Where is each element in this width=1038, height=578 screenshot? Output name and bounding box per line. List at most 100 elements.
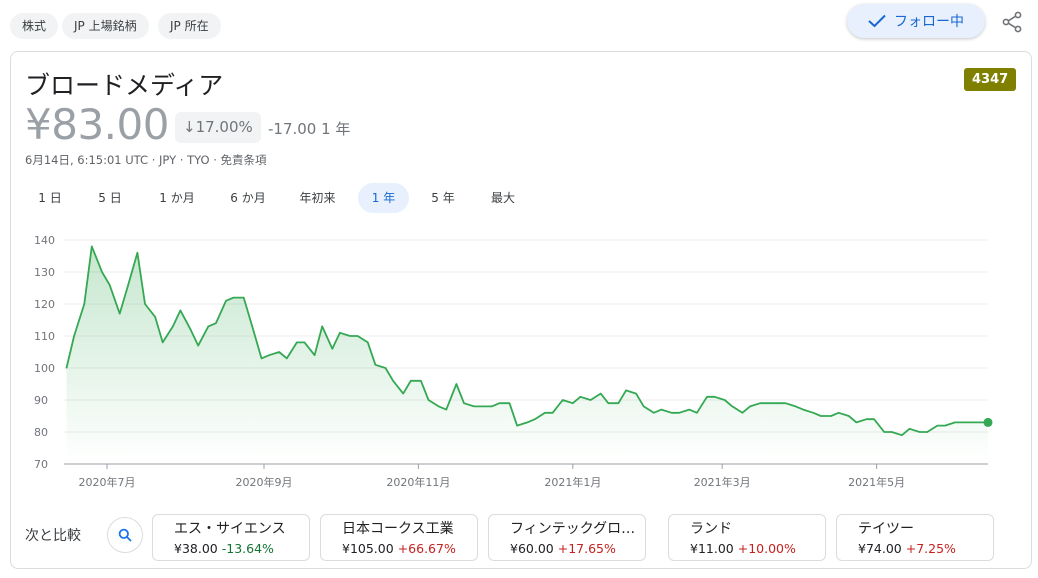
price-point [491, 405, 493, 407]
price-point [635, 393, 637, 395]
compare-name: エス・サイエンス [174, 521, 286, 537]
range-tab-max[interactable]: 最大 [478, 183, 528, 213]
price-point [962, 421, 964, 423]
price-point [660, 409, 663, 411]
y-tick-label: 120 [34, 298, 55, 311]
share-icon[interactable] [1000, 10, 1024, 34]
price-point [303, 341, 306, 343]
compare-price: ¥38.00 [174, 541, 218, 556]
price-point [820, 415, 822, 417]
price-point [384, 367, 387, 369]
price-point [481, 405, 483, 407]
compare-price: ¥105.00 [342, 541, 394, 556]
price-chart[interactable]: 70 80 90 100 110 120 130 140 2020年7月 2020年9月 2020年… [0, 225, 1038, 495]
x-tick-label: 2020年9月 [235, 475, 292, 489]
chip-jp-located[interactable]: JP 所在 [158, 13, 221, 39]
price-point [498, 402, 500, 404]
price-point [724, 399, 726, 401]
compare-card[interactable]: ランド ¥11.00 +10.00% [668, 514, 826, 561]
compare-name: テイツー [858, 521, 914, 537]
compare-card[interactable]: テイツー ¥74.00 +7.25% [836, 514, 994, 561]
price-point [919, 431, 921, 433]
price-point [109, 284, 111, 286]
checkmark-icon [868, 14, 886, 28]
price-point [83, 303, 85, 305]
price-point [784, 402, 787, 404]
follow-label: フォロー中 [894, 14, 964, 30]
follow-button[interactable]: フォロー中 [847, 4, 985, 38]
price-point [473, 405, 475, 407]
price-point [65, 367, 68, 369]
price-point [767, 402, 769, 404]
x-tick-label: 2020年7月 [79, 475, 136, 489]
price-point [136, 252, 138, 254]
price-point [197, 345, 199, 347]
price-point [463, 402, 465, 404]
price-point [873, 418, 875, 420]
price-point [741, 412, 744, 414]
y-tick-label: 140 [34, 234, 55, 247]
x-tick-label: 2020年11月 [386, 475, 450, 489]
price-point [979, 421, 982, 423]
price-point [552, 412, 554, 414]
compare-change: +66.67% [397, 541, 456, 556]
price-point [268, 354, 270, 356]
range-tab-1m[interactable]: 1 か月 [147, 183, 207, 213]
price-point [865, 418, 868, 420]
price-point [714, 396, 716, 398]
compare-name: フィンテックグロー… [510, 521, 645, 537]
stock-name: ブロードメディア [25, 71, 224, 100]
compare-card[interactable]: フィンテックグロー… ¥60.00 +17.65% [488, 514, 646, 561]
range-tab-1y[interactable]: 1 年 [358, 183, 409, 213]
price-point [936, 425, 939, 427]
compare-search-button[interactable] [107, 517, 143, 553]
chip-stocks[interactable]: 株式 [10, 13, 59, 39]
price-point [643, 405, 645, 407]
price-point [830, 415, 832, 417]
price-point [438, 405, 440, 407]
price-point [777, 402, 779, 404]
compare-price: ¥74.00 [858, 541, 902, 556]
price-point [286, 357, 288, 359]
price-point [101, 271, 103, 273]
price-point [331, 348, 333, 350]
price-point [427, 399, 430, 401]
search-icon [118, 528, 132, 542]
price-point [73, 335, 75, 337]
price-point [410, 380, 412, 382]
price-point [162, 341, 164, 343]
price-point [607, 402, 609, 404]
y-tick-label: 110 [34, 330, 55, 343]
x-tick-label: 2021年1月 [544, 475, 601, 489]
price-point [731, 405, 733, 407]
current-price: ¥83.00 [25, 100, 169, 149]
range-tab-ytd[interactable]: 年初来 [290, 183, 345, 213]
compare-card[interactable]: エス・サイエンス ¥38.00 -13.64% [152, 514, 310, 561]
compare-card[interactable]: 日本コークス工業 ¥105.00 +66.67% [320, 514, 478, 561]
range-tab-5y[interactable]: 5 年 [418, 183, 468, 213]
price-point [215, 322, 217, 324]
range-tab-1d[interactable]: 1 日 [25, 183, 75, 213]
price-point [706, 396, 708, 398]
y-tick-label: 80 [34, 426, 48, 439]
range-tab-5d[interactable]: 5 日 [85, 183, 135, 213]
price-point [812, 412, 814, 414]
price-point [339, 332, 341, 334]
price-point [617, 402, 620, 404]
price-point [250, 322, 252, 324]
price-point [678, 412, 680, 414]
price-point [883, 431, 885, 433]
price-point [908, 428, 911, 430]
chip-jp-listed[interactable]: JP 上場銘柄 [62, 13, 149, 39]
price-point [534, 418, 536, 420]
price-point [402, 393, 404, 395]
compare-name: ランド [690, 521, 732, 537]
change-absolute: -17.00 1 年 [268, 120, 351, 138]
price-point [855, 421, 858, 423]
compare-change: +7.25% [905, 541, 956, 556]
y-tick-label: 130 [34, 266, 55, 279]
range-tab-6m[interactable]: 6 か月 [218, 183, 278, 213]
price-point [688, 409, 690, 411]
price-point [848, 415, 850, 417]
price-point [671, 412, 673, 414]
